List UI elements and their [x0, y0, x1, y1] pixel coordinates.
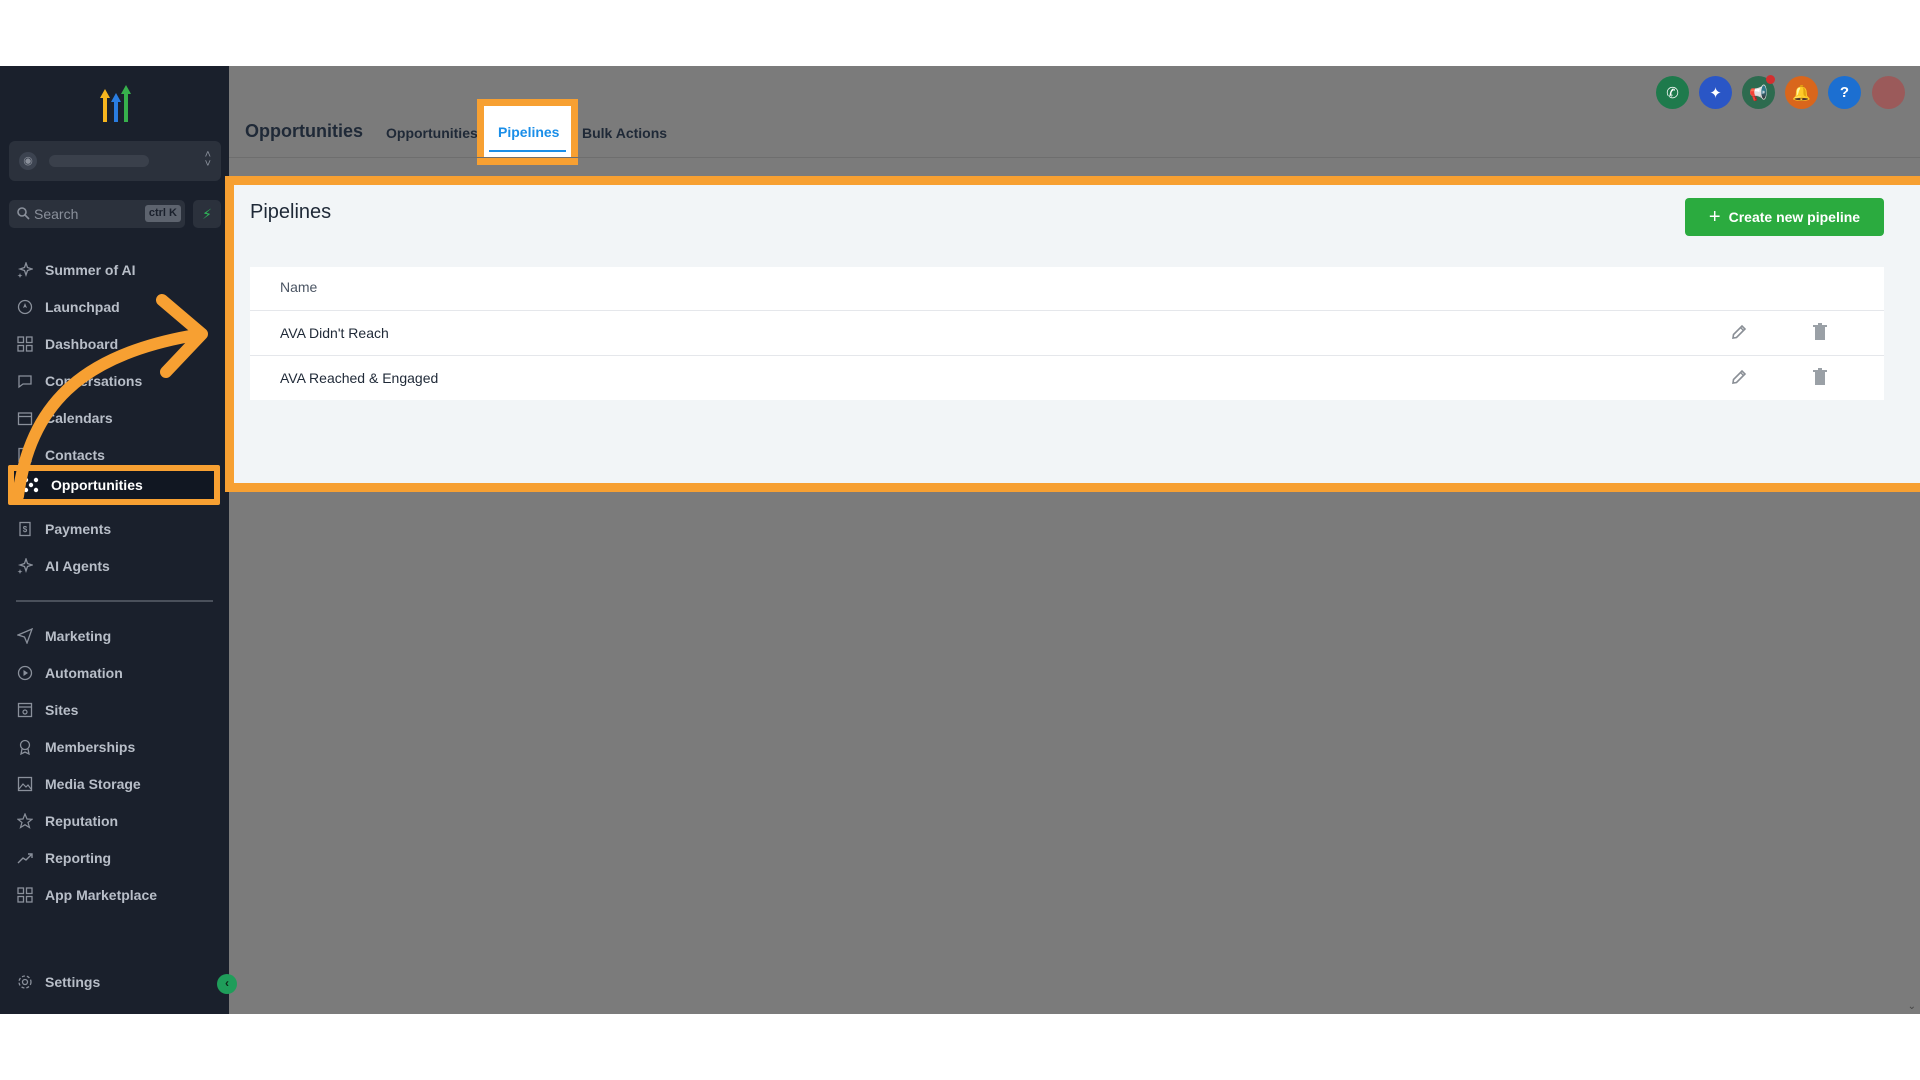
- opportunities-icon: [22, 476, 40, 494]
- sidebar-item-label: Settings: [45, 974, 101, 990]
- svg-text:$: $: [23, 525, 28, 534]
- shortcut-badge: ctrl K: [144, 205, 181, 222]
- search-input[interactable]: Search ctrl K: [9, 200, 185, 228]
- sidebar-item-memberships[interactable]: Memberships: [16, 734, 216, 760]
- sidebar-item-label: Marketing: [45, 628, 112, 644]
- panel-title: Pipelines: [250, 201, 332, 223]
- megaphone-icon[interactable]: 📢: [1742, 75, 1775, 109]
- trend-icon: [16, 849, 34, 867]
- sidebar-item-label: Media Storage: [45, 776, 141, 792]
- sidebar-item-conversations[interactable]: Conversations: [16, 368, 216, 394]
- sidebar-item-reputation[interactable]: Reputation: [16, 808, 216, 834]
- account-name: [49, 155, 149, 167]
- sidebar-item-calendars[interactable]: Calendars: [16, 405, 216, 431]
- sidebar-item-reporting[interactable]: Reporting: [16, 845, 216, 871]
- sidebar-item-sites[interactable]: Sites: [16, 697, 216, 723]
- sidebar-item-settings[interactable]: Settings: [16, 969, 216, 995]
- sidebar-item-label: Reputation: [45, 813, 119, 829]
- grid-icon: [16, 335, 34, 353]
- sidebar-item-summer-of-ai[interactable]: Summer of AI: [16, 257, 216, 283]
- sites-icon: [16, 701, 34, 719]
- sidebar-item-label: Summer of AI: [45, 262, 136, 278]
- account-switcher[interactable]: ◉ ˄ ˅: [9, 141, 221, 181]
- tab-bulk-actions[interactable]: Bulk Actions: [582, 125, 667, 141]
- contacts-icon: [16, 446, 34, 464]
- sidebar-item-label: Dashboard: [45, 336, 119, 352]
- app-window: ◉ ˄ ˅ Search ctrl K ⚡ Summer of AI Launch…: [0, 66, 1920, 1014]
- sidebar-item-label: Sites: [45, 702, 79, 718]
- chevron-updown-icon: ˄ ˅: [204, 149, 211, 170]
- tab-pipelines[interactable]: Pipelines: [477, 99, 578, 165]
- sidebar: ◉ ˄ ˅ Search ctrl K ⚡ Summer of AI Launch…: [0, 66, 229, 1014]
- pipelines-table: Name AVA Didn't Reach AVA Reached & Enga…: [250, 267, 1884, 400]
- quick-action-bolt-icon[interactable]: ⚡: [193, 200, 221, 228]
- send-icon: [16, 627, 34, 645]
- help-icon[interactable]: ?: [1828, 76, 1861, 109]
- avatar[interactable]: [1872, 76, 1905, 109]
- collapse-sidebar-button[interactable]: ‹: [217, 974, 237, 994]
- image-icon: [16, 775, 34, 793]
- table-row[interactable]: AVA Reached & Engaged: [250, 355, 1884, 400]
- search-icon: [17, 207, 30, 220]
- trash-icon[interactable]: [1812, 368, 1828, 386]
- notification-dot: [1766, 75, 1775, 84]
- create-pipeline-button[interactable]: + Create new pipeline: [1685, 198, 1884, 236]
- pipeline-name: AVA Reached & Engaged: [280, 370, 439, 386]
- sidebar-divider: [16, 600, 213, 602]
- trash-icon[interactable]: [1812, 323, 1828, 341]
- sidebar-item-media-storage[interactable]: Media Storage: [16, 771, 216, 797]
- sidebar-item-label: AI Agents: [45, 558, 110, 574]
- sidebar-item-label: Conversations: [45, 373, 143, 389]
- chat-icon: [16, 372, 34, 390]
- sidebar-item-label: Payments: [45, 521, 112, 537]
- page-title: Opportunities: [245, 121, 363, 141]
- sparkle-icon: [16, 557, 34, 575]
- scroll-down-icon[interactable]: ⌄: [1908, 1001, 1916, 1012]
- grid-icon: [16, 886, 34, 904]
- button-label: Create new pipeline: [1728, 209, 1861, 225]
- automation-icon: [16, 664, 34, 682]
- sidebar-item-launchpad[interactable]: Launchpad: [16, 294, 216, 320]
- sidebar-item-label: App Marketplace: [45, 887, 158, 903]
- pipeline-name: AVA Didn't Reach: [280, 325, 389, 341]
- sidebar-item-label: Memberships: [45, 739, 136, 755]
- sidebar-item-marketing[interactable]: Marketing: [16, 623, 216, 649]
- sidebar-item-automation[interactable]: Automation: [16, 660, 216, 686]
- active-tab-underline: [489, 150, 566, 152]
- logo-icon: [100, 85, 131, 122]
- award-icon: [16, 738, 34, 756]
- payments-icon: $: [16, 520, 34, 538]
- sidebar-item-label: Reporting: [45, 850, 112, 866]
- search-placeholder: Search: [34, 206, 79, 222]
- sidebar-item-label: Automation: [45, 665, 123, 681]
- edit-pencil-icon[interactable]: [1730, 368, 1748, 386]
- bell-icon[interactable]: 🔔: [1785, 76, 1818, 109]
- gear-icon: [16, 973, 34, 991]
- column-header-name: Name: [280, 279, 318, 295]
- sidebar-item-ai-agents[interactable]: AI Agents: [16, 553, 216, 579]
- sidebar-item-opportunities[interactable]: Opportunities: [8, 465, 220, 505]
- pipelines-panel: Pipelines + Create new pipeline Name AVA…: [234, 185, 1920, 483]
- sidebar-item-label: Launchpad: [45, 299, 120, 315]
- sidebar-item-dashboard[interactable]: Dashboard: [16, 331, 216, 357]
- plus-icon: +: [1708, 205, 1721, 228]
- sidebar-item-payments[interactable]: $ Payments: [16, 516, 216, 542]
- header-divider: [229, 157, 1920, 158]
- sidebar-item-label: Contacts: [45, 447, 105, 463]
- location-icon: ◉: [19, 152, 37, 170]
- star-icon: [16, 812, 34, 830]
- sparkle-icon: [16, 261, 34, 279]
- sidebar-item-label: Calendars: [45, 410, 113, 426]
- tab-label: Pipelines: [498, 124, 560, 140]
- table-row[interactable]: AVA Didn't Reach: [250, 310, 1884, 355]
- rocket-icon: [16, 298, 34, 316]
- calendar-icon: [16, 409, 34, 427]
- phone-icon[interactable]: ✆: [1656, 76, 1689, 109]
- tab-opportunities[interactable]: Opportunities: [386, 125, 478, 141]
- ai-sparkle-icon[interactable]: ✦: [1699, 76, 1732, 109]
- edit-pencil-icon[interactable]: [1730, 323, 1748, 341]
- sidebar-item-app-marketplace[interactable]: App Marketplace: [16, 882, 216, 908]
- sidebar-item-label: Opportunities: [51, 477, 143, 493]
